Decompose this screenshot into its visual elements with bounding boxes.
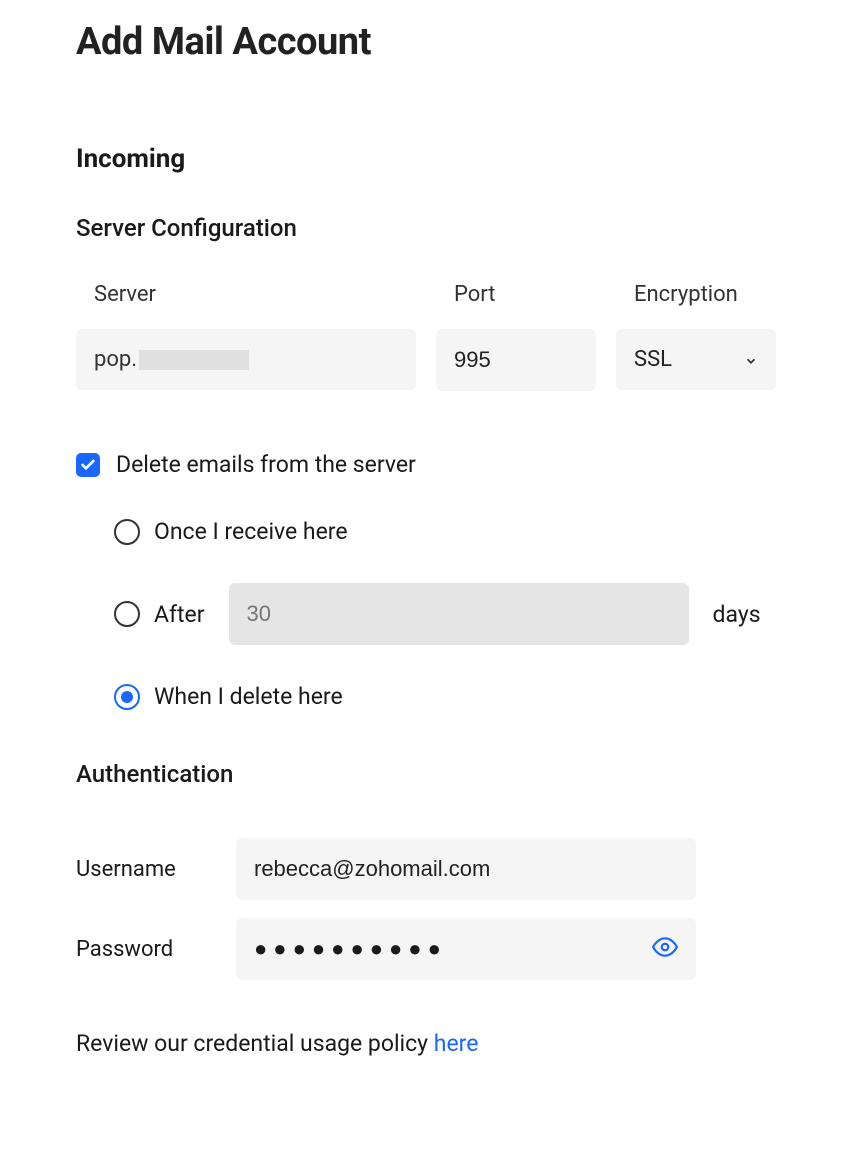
- server-config-heading: Server Configuration: [76, 214, 786, 242]
- port-label: Port: [436, 282, 596, 307]
- page-title: Add Mail Account: [76, 20, 786, 64]
- server-redacted: [139, 350, 249, 370]
- server-label: Server: [76, 282, 416, 307]
- policy-link[interactable]: here: [434, 1030, 479, 1057]
- radio-when-delete[interactable]: [114, 684, 140, 710]
- days-input[interactable]: [229, 583, 689, 645]
- encryption-value: SSL: [634, 347, 744, 372]
- username-input[interactable]: [236, 838, 696, 900]
- eye-icon[interactable]: [652, 934, 678, 964]
- authentication-heading: Authentication: [76, 760, 786, 788]
- incoming-heading: Incoming: [76, 144, 786, 174]
- policy-text: Review our credential usage policy here: [76, 1030, 786, 1057]
- server-config-row: Server pop. Port Encryption SSL: [76, 282, 786, 391]
- server-value-prefix: pop.: [94, 347, 137, 372]
- radio-once-label: Once I receive here: [154, 518, 348, 545]
- radio-after-suffix: days: [713, 601, 761, 628]
- username-label: Username: [76, 857, 216, 882]
- radio-once-receive[interactable]: [114, 519, 140, 545]
- port-input[interactable]: [436, 329, 596, 391]
- radio-when-delete-label: When I delete here: [154, 683, 343, 710]
- password-input[interactable]: ●●●●●●●●●●: [236, 918, 696, 980]
- delete-emails-checkbox-row: Delete emails from the server: [76, 451, 786, 478]
- server-input[interactable]: pop.: [76, 329, 416, 390]
- encryption-select[interactable]: SSL: [616, 329, 776, 390]
- chevron-down-icon: [744, 353, 758, 367]
- delete-radio-group: Once I receive here After days When I de…: [76, 518, 786, 710]
- policy-prefix: Review our credential usage policy: [76, 1030, 434, 1057]
- delete-emails-label: Delete emails from the server: [116, 451, 416, 478]
- radio-after-prefix: After: [154, 601, 205, 628]
- encryption-label: Encryption: [616, 282, 776, 307]
- password-label: Password: [76, 937, 216, 962]
- radio-after-days[interactable]: [114, 601, 140, 627]
- delete-emails-checkbox[interactable]: [76, 453, 100, 477]
